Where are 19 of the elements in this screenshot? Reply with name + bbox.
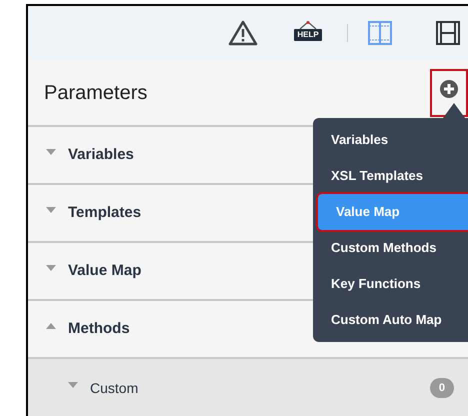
menu-item[interactable]: Key Functions: [313, 266, 468, 302]
subsection-row[interactable]: Custom 0: [28, 359, 468, 416]
section-label: Variables: [68, 144, 134, 165]
caret-down-icon: [46, 207, 56, 213]
caret-down-icon: [68, 382, 78, 388]
caret-down-icon: [46, 265, 56, 271]
menu-item[interactable]: Custom Auto Map: [313, 302, 468, 338]
panel-title: Parameters: [44, 80, 148, 106]
section-label: Methods: [68, 318, 130, 339]
caret-down-icon: [46, 149, 56, 155]
plus-circle-icon: [439, 78, 459, 98]
warning-icon[interactable]: [228, 20, 258, 46]
add-button[interactable]: [430, 68, 468, 116]
section-label: Templates: [68, 202, 142, 223]
caret-up-icon: [46, 323, 56, 329]
section-label: Value Map: [68, 260, 142, 281]
film-icon[interactable]: [436, 21, 460, 45]
count-badge: 0: [430, 378, 454, 398]
subsection-label: Custom: [90, 378, 140, 398]
